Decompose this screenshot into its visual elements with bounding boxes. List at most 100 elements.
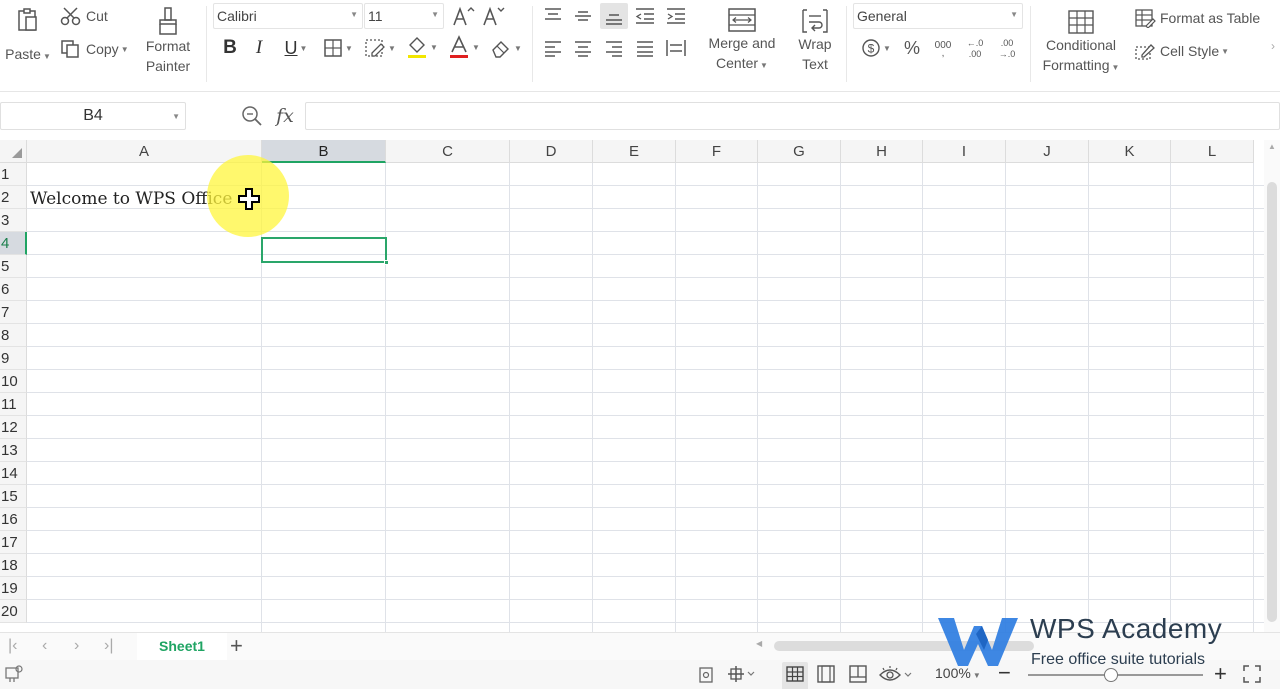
format-cells-button[interactable]: ▼: [362, 36, 398, 60]
last-sheet-icon[interactable]: ›|: [104, 637, 113, 655]
currency-button[interactable]: $ ▼: [858, 36, 894, 60]
row-header-3[interactable]: 3: [0, 209, 27, 232]
select-all-corner[interactable]: [0, 140, 27, 163]
zoom-slider-knob[interactable]: [1104, 668, 1118, 682]
wrap-text-button[interactable]: Wrap Text: [790, 4, 840, 78]
ribbon-scroll-right-button[interactable]: ›: [1266, 36, 1280, 56]
column-header-d[interactable]: D: [510, 140, 593, 163]
align-middle-button[interactable]: [570, 4, 596, 28]
align-center-button[interactable]: [570, 36, 596, 60]
justify-button[interactable]: [632, 36, 658, 60]
column-header-g[interactable]: G: [758, 140, 841, 163]
sheet-tab-sheet1[interactable]: Sheet1: [137, 633, 227, 660]
format-painter-button[interactable]: Format Painter: [140, 4, 196, 78]
column-header-c[interactable]: C: [386, 140, 510, 163]
align-right-button[interactable]: [601, 36, 627, 60]
row-header-8[interactable]: 8: [0, 324, 27, 347]
macro-recorder-icon[interactable]: [4, 664, 24, 689]
cell-a2[interactable]: Welcome to WPS Office: [30, 188, 232, 210]
conditional-label-1: Conditional: [1045, 36, 1117, 53]
decrease-indent-button[interactable]: [632, 4, 658, 28]
prev-sheet-icon[interactable]: ‹: [42, 637, 47, 655]
font-color-button[interactable]: ▼: [446, 34, 482, 60]
selected-cell-b4[interactable]: [261, 237, 389, 265]
vertical-scrollbar[interactable]: ▲: [1264, 140, 1280, 632]
decrease-font-size-button[interactable]: [480, 4, 506, 28]
align-bottom-button[interactable]: [600, 3, 628, 29]
decrease-decimal-button[interactable]: .00 →.0: [992, 36, 1020, 60]
row-header-14[interactable]: 14: [0, 462, 27, 485]
row-header-7[interactable]: 7: [0, 301, 27, 324]
column-header-j[interactable]: J: [1006, 140, 1089, 163]
align-top-button[interactable]: [540, 4, 566, 28]
row-header-12[interactable]: 12: [0, 416, 27, 439]
row-header-18[interactable]: 18: [0, 554, 27, 577]
row-header-1[interactable]: 1: [0, 163, 27, 186]
conditional-formatting-button[interactable]: Conditional Formatting ▼: [1036, 6, 1126, 80]
increase-decimal-button[interactable]: ←.0.00: [960, 36, 988, 60]
row-header-16[interactable]: 16: [0, 508, 27, 531]
align-left-button[interactable]: [540, 36, 566, 60]
freeze-panes-icon[interactable]: [726, 664, 756, 689]
cell-style-button[interactable]: Cell Style ▼: [1134, 39, 1229, 63]
row-header-9[interactable]: 9: [0, 347, 27, 370]
name-box[interactable]: B4 ▼: [0, 102, 186, 130]
row-header-20[interactable]: 20: [0, 600, 27, 623]
row-header-6[interactable]: 6: [0, 278, 27, 301]
row-header-15[interactable]: 15: [0, 485, 27, 508]
number-format-select[interactable]: General ▼: [853, 3, 1023, 29]
underline-button[interactable]: U ▼: [278, 35, 314, 61]
row-header-19[interactable]: 19: [0, 577, 27, 600]
fullscreen-icon[interactable]: [1242, 664, 1262, 689]
next-sheet-icon[interactable]: ›: [74, 637, 79, 655]
first-sheet-icon[interactable]: |‹: [8, 637, 17, 655]
font-size-select[interactable]: 11 ▼: [364, 3, 444, 29]
clear-button[interactable]: ▼: [488, 36, 524, 60]
column-header-e[interactable]: E: [593, 140, 676, 163]
comma-style-button[interactable]: 000,: [928, 36, 958, 60]
cut-button[interactable]: Cut: [60, 4, 108, 28]
column-header-k[interactable]: K: [1089, 140, 1171, 163]
protect-icon[interactable]: [698, 664, 716, 689]
spreadsheet-grid[interactable]: ABCDEFGHIJKL 1 2 3 4 5 6 7 8 9 10 11 12 13 14 15 16 17 18…: [0, 140, 1264, 632]
row-header-17[interactable]: 17: [0, 531, 27, 554]
grid-column-line: [1088, 163, 1089, 632]
percent-button[interactable]: %: [900, 36, 924, 60]
scroll-left-icon[interactable]: ◀: [756, 639, 762, 648]
font-name-select[interactable]: Calibri ▼: [213, 3, 363, 29]
zoom-in-icon[interactable]: +: [1214, 661, 1227, 687]
bold-button[interactable]: B: [218, 35, 242, 61]
borders-button[interactable]: ▼: [320, 36, 356, 60]
column-header-l[interactable]: L: [1171, 140, 1254, 163]
fill-handle[interactable]: [384, 260, 389, 265]
paste-button[interactable]: Paste ▼: [4, 4, 52, 64]
scroll-up-icon[interactable]: ▲: [1268, 142, 1276, 151]
row-header-10[interactable]: 10: [0, 370, 27, 393]
row-header-13[interactable]: 13: [0, 439, 27, 462]
row-header-11[interactable]: 11: [0, 393, 27, 416]
increase-font-size-button[interactable]: [450, 4, 476, 28]
fill-color-button[interactable]: ▼: [404, 34, 440, 60]
eye-protection-icon[interactable]: [878, 664, 914, 689]
column-header-b[interactable]: B: [262, 140, 386, 163]
page-layout-view-icon[interactable]: [816, 664, 836, 689]
formula-input[interactable]: [305, 102, 1280, 130]
copy-button[interactable]: Copy ▼: [60, 37, 129, 61]
normal-view-icon[interactable]: [782, 662, 808, 689]
row-header-2[interactable]: 2: [0, 186, 27, 209]
italic-button[interactable]: I: [249, 35, 269, 61]
column-header-i[interactable]: I: [923, 140, 1006, 163]
column-header-h[interactable]: H: [841, 140, 923, 163]
row-header-5[interactable]: 5: [0, 255, 27, 278]
increase-indent-button[interactable]: [663, 4, 689, 28]
column-header-f[interactable]: F: [676, 140, 758, 163]
format-as-table-button[interactable]: Format as Table: [1134, 6, 1260, 30]
zoom-lookup-button[interactable]: [240, 104, 264, 128]
distributed-button[interactable]: [663, 36, 689, 60]
vertical-scroll-thumb[interactable]: [1267, 182, 1277, 622]
page-break-view-icon[interactable]: [848, 664, 868, 689]
add-sheet-icon[interactable]: +: [230, 633, 243, 659]
row-header-4[interactable]: 4: [0, 232, 27, 255]
merge-and-center-button[interactable]: Merge and Center ▼: [700, 4, 784, 78]
insert-function-button[interactable]: fx: [271, 104, 299, 128]
